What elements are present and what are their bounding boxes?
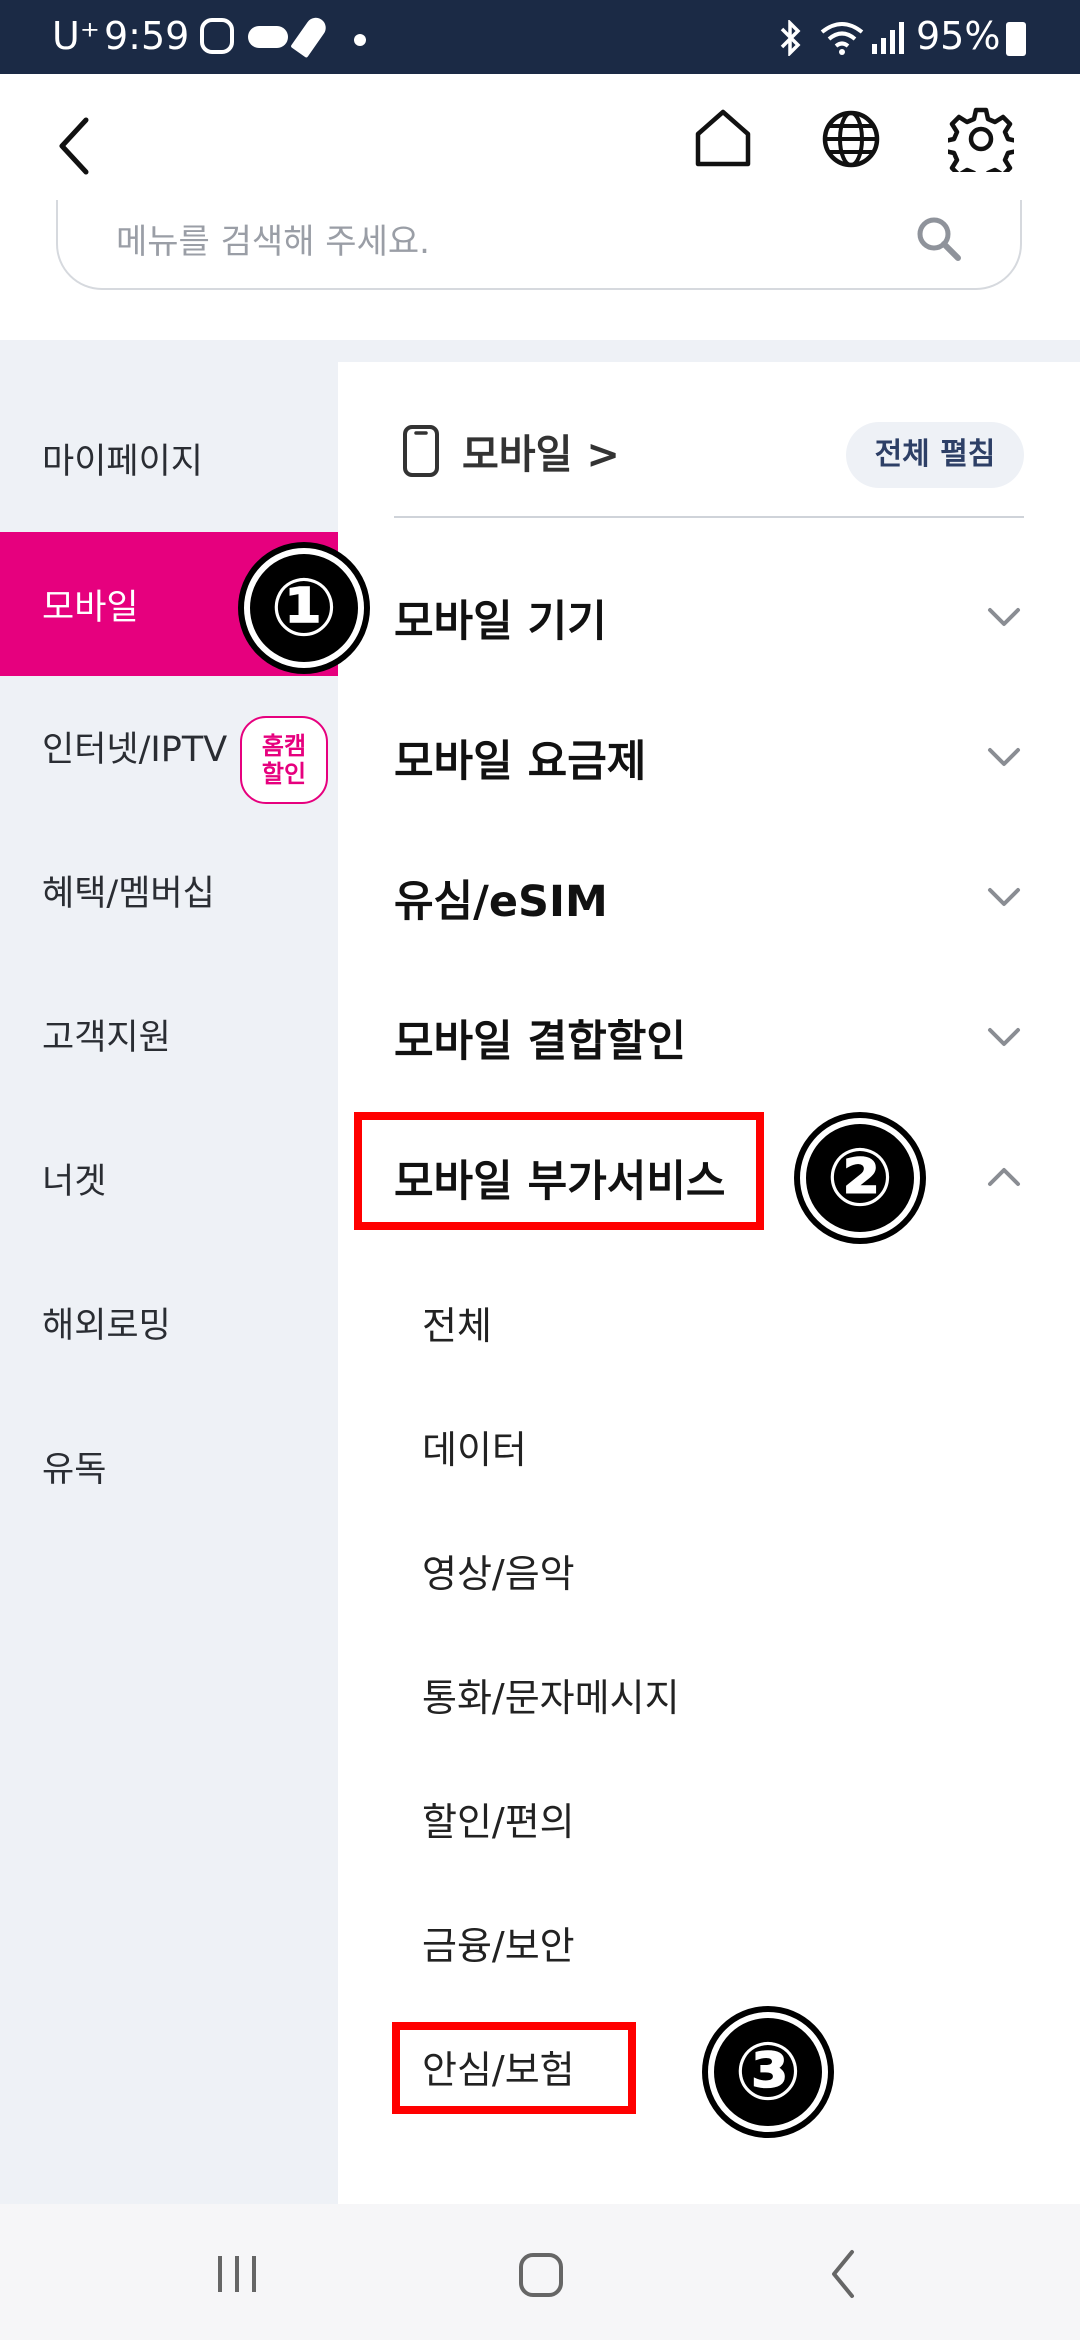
sidebar-item-roaming[interactable]: 해외로밍 bbox=[0, 1250, 338, 1394]
home-icon[interactable] bbox=[692, 108, 754, 170]
signal-icon bbox=[872, 22, 904, 54]
status-bar: U⁺ 9:59 95% bbox=[0, 0, 1080, 74]
subitem-all[interactable]: 전체 bbox=[422, 1260, 492, 1384]
annotation-marker-2: ② bbox=[800, 1118, 920, 1238]
category-label: 모바일 요금제 bbox=[394, 737, 647, 787]
cloud-icon bbox=[248, 26, 288, 48]
annotation-marker-3: ③ bbox=[708, 2012, 828, 2132]
search-icon[interactable] bbox=[914, 214, 964, 264]
category-bundle-discount[interactable]: 모바일 결합할인 bbox=[394, 968, 1034, 1108]
sidebar-item-internet-iptv[interactable]: 인터넷/IPTV 홈캠 할인 bbox=[0, 674, 338, 818]
sidebar-item-label: 인터넷/IPTV bbox=[42, 729, 228, 770]
mobile-phone-icon bbox=[403, 425, 439, 477]
subitem-finance-security[interactable]: 금융/보안 bbox=[422, 1880, 575, 2004]
sidebar-item-label: 혜택/멤버십 bbox=[42, 873, 215, 914]
sidebar-item-label: 해외로밍 bbox=[42, 1305, 171, 1346]
system-nav-bar bbox=[0, 2204, 1080, 2340]
breadcrumb-label: 모바일 > bbox=[462, 432, 620, 478]
breadcrumb[interactable]: 모바일 > bbox=[402, 422, 620, 480]
sidebar-item-benefits[interactable]: 혜택/멤버십 bbox=[0, 818, 338, 962]
category-label: 유심/eSIM bbox=[394, 877, 608, 927]
sidebar-item-label: 너겟 bbox=[42, 1161, 107, 1202]
app-notification-icon bbox=[200, 18, 234, 54]
feather-icon bbox=[290, 13, 330, 59]
sidebar-item-mypage[interactable]: 마이페이지 bbox=[0, 386, 338, 530]
promo-badge: 홈캠 할인 bbox=[240, 716, 328, 804]
bluetooth-icon bbox=[780, 20, 801, 56]
chevron-down-icon bbox=[988, 608, 1020, 626]
category-mobile-devices[interactable]: 모바일 기기 bbox=[394, 548, 1034, 688]
chevron-down-icon bbox=[988, 888, 1020, 906]
back-nav-icon[interactable] bbox=[826, 2248, 860, 2300]
sidebar-item-support[interactable]: 고객지원 bbox=[0, 962, 338, 1106]
sidebar-item-label: 모바일 bbox=[42, 587, 139, 628]
sidebar-item-nugget[interactable]: 너겟 bbox=[0, 1106, 338, 1250]
search-placeholder: 메뉴를 검색해 주세요. bbox=[116, 222, 430, 262]
sidebar-item-udok[interactable]: 유독 bbox=[0, 1394, 338, 1538]
subitem-call-message[interactable]: 통화/문자메시지 bbox=[422, 1632, 680, 1756]
subitem-video-music[interactable]: 영상/음악 bbox=[422, 1508, 575, 1632]
annotation-marker-1: ① bbox=[244, 548, 364, 668]
globe-icon[interactable] bbox=[820, 108, 882, 170]
chevron-down-icon bbox=[988, 1028, 1020, 1046]
highlight-box-safety-insurance bbox=[392, 2022, 636, 2114]
divider bbox=[394, 516, 1024, 518]
dot-icon bbox=[354, 34, 366, 46]
gear-icon[interactable] bbox=[948, 106, 1014, 172]
battery-percent: 95% bbox=[916, 14, 1001, 58]
sidebar-item-label: 고객지원 bbox=[42, 1017, 171, 1058]
category-label: 모바일 기기 bbox=[394, 597, 607, 647]
subitem-discount-convenience[interactable]: 할인/편의 bbox=[422, 1756, 575, 1880]
expand-all-button[interactable]: 전체 펼침 bbox=[846, 422, 1024, 488]
search-input[interactable]: 메뉴를 검색해 주세요. bbox=[56, 200, 1022, 290]
menu-panel: 모바일 > 전체 펼침 모바일 기기 모바일 요금제 유심/eSIM 모바일 결… bbox=[338, 362, 1080, 2204]
chevron-up-icon bbox=[988, 1168, 1020, 1186]
category-label: 모바일 결합할인 bbox=[394, 1017, 686, 1067]
category-mobile-plans[interactable]: 모바일 요금제 bbox=[394, 688, 1034, 828]
carrier-label: U⁺ bbox=[52, 14, 100, 58]
clock: 9:59 bbox=[104, 14, 190, 58]
back-icon[interactable] bbox=[54, 114, 94, 178]
category-usim-esim[interactable]: 유심/eSIM bbox=[394, 828, 1034, 968]
highlight-box-value-added-services bbox=[354, 1112, 764, 1230]
sidebar-item-label: 유독 bbox=[42, 1449, 107, 1490]
sidebar-item-label: 마이페이지 bbox=[42, 441, 204, 482]
home-nav-icon[interactable] bbox=[516, 2250, 566, 2300]
subitem-data[interactable]: 데이터 bbox=[422, 1384, 527, 1508]
recent-apps-icon[interactable] bbox=[212, 2252, 262, 2296]
wifi-icon bbox=[820, 22, 864, 55]
chevron-down-icon bbox=[988, 748, 1020, 766]
battery-icon bbox=[1006, 22, 1026, 56]
